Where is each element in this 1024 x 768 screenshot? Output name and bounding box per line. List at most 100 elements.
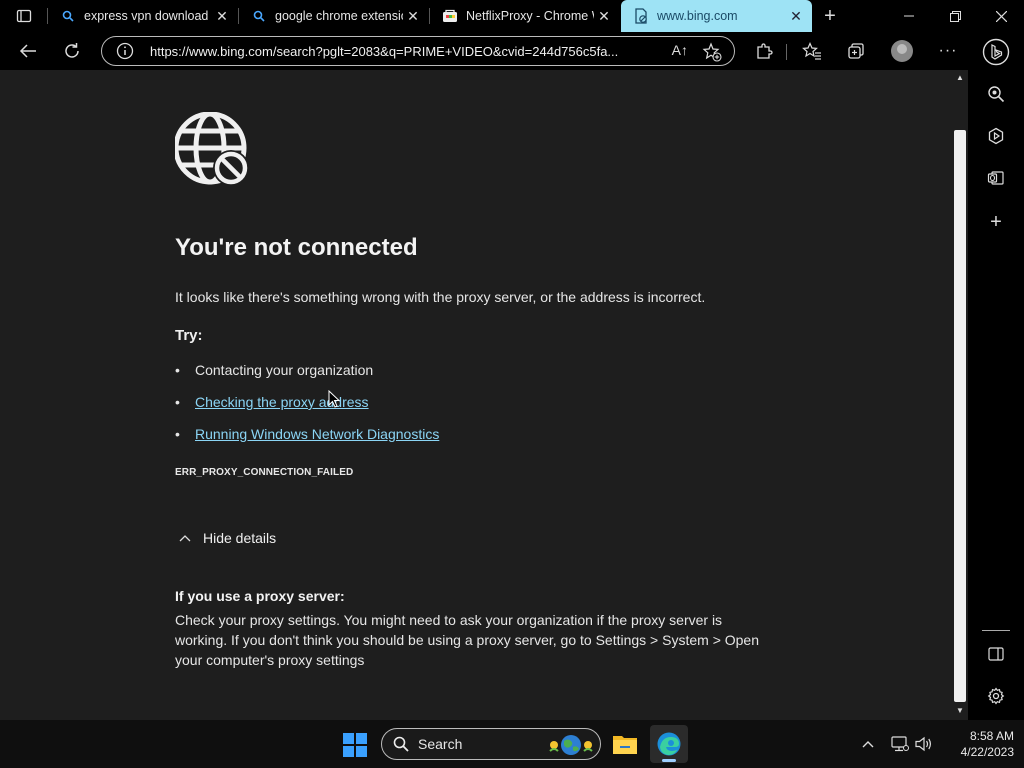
try-heading: Try: <box>175 327 203 344</box>
close-tab-icon[interactable]: ✕ <box>786 6 806 26</box>
add-favorite-icon[interactable] <box>702 42 722 67</box>
close-tab-icon[interactable]: ✕ <box>212 6 232 26</box>
profile-button[interactable] <box>888 38 916 64</box>
puzzle-icon <box>757 43 773 59</box>
sidebar-add-button[interactable]: + <box>984 210 1008 234</box>
sidebar-settings-button[interactable] <box>984 684 1008 708</box>
sidebar-panel-icon <box>988 647 1004 661</box>
read-aloud-icon[interactable]: A↑ <box>672 42 688 58</box>
bing-search-icon <box>251 8 267 24</box>
file-explorer-button[interactable] <box>606 725 644 763</box>
network-status-button[interactable] <box>890 734 910 754</box>
error-code: ERR_PROXY_CONNECTION_FAILED <box>175 467 354 478</box>
tab-bing-active[interactable]: www.bing.com ✕ <box>621 0 812 32</box>
close-window-button[interactable] <box>978 0 1024 32</box>
bing-copilot-icon <box>982 38 1010 66</box>
error-page: You're not connected It looks like there… <box>0 70 952 720</box>
back-arrow-icon <box>19 44 36 58</box>
extensions-button[interactable] <box>750 38 778 64</box>
broken-page-icon <box>633 8 649 24</box>
plus-icon: + <box>824 4 836 27</box>
taskbar-search-box[interactable]: Search <box>381 728 601 760</box>
refresh-button[interactable] <box>56 36 88 66</box>
edge-sidebar: + <box>968 32 1024 720</box>
bullet: • <box>175 362 180 378</box>
sidebar-outlook-button[interactable] <box>984 166 1008 190</box>
scroll-up-icon[interactable]: ▲ <box>955 73 965 83</box>
site-info-icon[interactable] <box>112 42 138 60</box>
tab-title: google chrome extension <box>275 9 403 23</box>
hide-sidebar-button[interactable] <box>984 642 1008 666</box>
settings-more-button[interactable]: ··· <box>934 38 962 64</box>
back-button[interactable] <box>12 36 44 66</box>
network-icon <box>891 736 909 752</box>
speaker-icon <box>915 736 931 752</box>
chevron-up-icon <box>862 741 874 748</box>
navigation-toolbar: https://www.bing.com/search?pglt=2083&q=… <box>0 32 968 70</box>
scrollbar-thumb[interactable] <box>954 130 966 702</box>
address-bar[interactable]: https://www.bing.com/search?pglt=2083&q=… <box>101 36 735 66</box>
sidebar-games-button[interactable] <box>984 124 1008 148</box>
refresh-icon <box>65 43 79 58</box>
check-proxy-link[interactable]: Checking the proxy address <box>195 394 369 410</box>
page-scrollbar[interactable]: ▲ ▼ <box>952 70 968 720</box>
windows-start-icon[interactable] <box>343 733 367 757</box>
tab-strip: express vpn download - Search ✕ google c… <box>0 0 1024 32</box>
edge-browser-icon <box>657 732 681 756</box>
search-icon <box>988 86 1005 103</box>
error-description: It looks like there's something wrong wi… <box>175 289 706 305</box>
scroll-down-icon[interactable]: ▼ <box>955 706 965 716</box>
tab-title: www.bing.com <box>657 9 738 23</box>
bullet: • <box>175 426 180 442</box>
chrome-web-store-icon <box>442 8 458 24</box>
edge-taskbar-button[interactable] <box>650 725 688 763</box>
tab-actions-button[interactable] <box>8 6 40 26</box>
minimize-button[interactable] <box>886 0 932 32</box>
suggestion-text: Contacting your organization <box>195 362 374 378</box>
active-app-indicator <box>662 759 676 762</box>
restore-button[interactable] <box>932 0 978 32</box>
clock-date: 4/22/2023 <box>960 745 1014 759</box>
suggestion-item: • Contacting your organization <box>175 362 373 378</box>
minimize-icon <box>904 15 914 17</box>
outlook-icon <box>987 171 1004 185</box>
taskbar-clock[interactable]: 8:58 AM 4/22/2023 <box>944 728 1014 760</box>
bing-search-icon <box>60 8 76 24</box>
volume-button[interactable] <box>914 734 934 754</box>
url-text[interactable]: https://www.bing.com/search?pglt=2083&q=… <box>150 44 660 59</box>
plus-icon: + <box>990 210 1002 233</box>
gear-icon <box>987 687 1005 705</box>
search-icon <box>392 735 410 753</box>
earth-day-doodle-icon <box>549 735 593 755</box>
proxy-details-heading: If you use a proxy server: <box>175 588 345 604</box>
avatar <box>891 40 913 62</box>
search-label: Search <box>418 736 463 752</box>
windows-taskbar: Search 8:58 AM 4/22/2023 <box>0 720 1024 768</box>
favorites-button[interactable] <box>798 38 826 64</box>
bing-chat-button[interactable] <box>982 38 1010 66</box>
tab-title: express vpn download - Search <box>84 9 212 23</box>
collections-button[interactable] <box>842 38 870 64</box>
tab-netflixproxy[interactable]: NetflixProxy - Chrome Web Store ✕ <box>430 0 620 32</box>
page-title: You're not connected <box>175 234 418 261</box>
hide-details-button[interactable]: Hide details <box>175 528 276 548</box>
clock-time: 8:58 AM <box>969 729 1014 743</box>
toolbar-divider <box>786 44 787 60</box>
close-tab-icon[interactable]: ✕ <box>403 6 423 26</box>
close-icon <box>995 10 1007 22</box>
close-tab-icon[interactable]: ✕ <box>594 6 614 26</box>
tab-express-vpn[interactable]: express vpn download - Search ✕ <box>48 0 238 32</box>
proxy-details-text: Check your proxy settings. You might nee… <box>175 612 760 668</box>
sidebar-divider <box>982 630 1010 631</box>
collections-icon <box>848 43 864 59</box>
mouse-cursor-icon <box>328 390 340 408</box>
favorites-star-icon <box>802 42 821 60</box>
sidebar-search-button[interactable] <box>984 82 1008 106</box>
new-tab-button[interactable]: + <box>818 5 842 27</box>
network-diagnostics-link[interactable]: Running Windows Network Diagnostics <box>195 426 439 442</box>
show-hidden-icons-button[interactable] <box>858 734 878 754</box>
globe-blocked-icon <box>175 112 249 186</box>
more-dots-icon: ··· <box>938 42 958 59</box>
restore-icon <box>949 10 961 22</box>
tab-chrome-extension[interactable]: google chrome extension ✕ <box>239 0 429 32</box>
